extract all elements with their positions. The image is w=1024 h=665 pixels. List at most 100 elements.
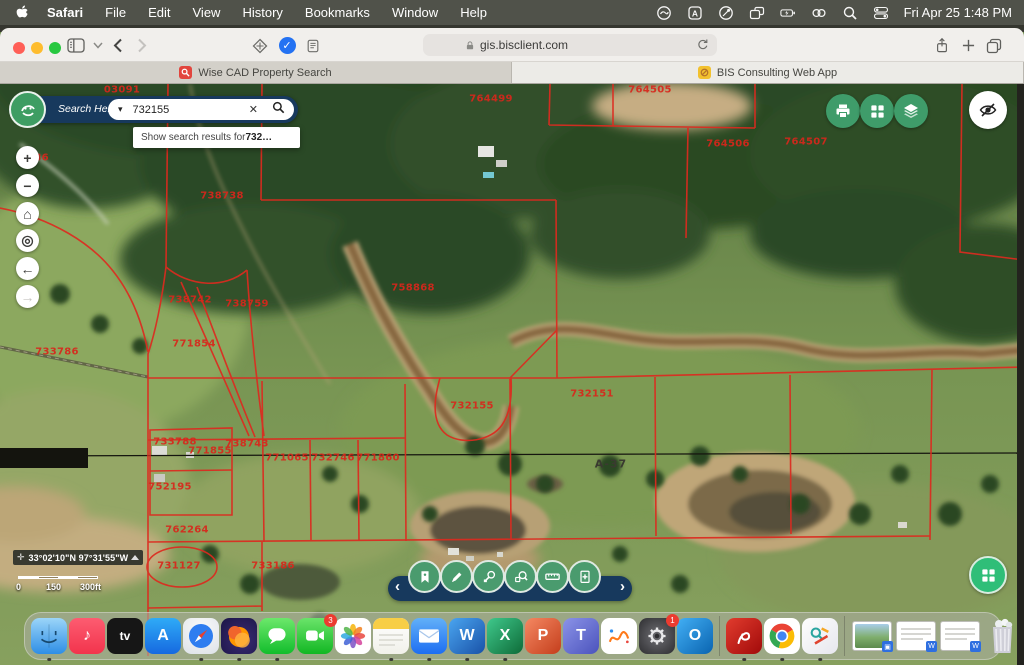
parcel-label: 738742	[168, 295, 212, 306]
basemap-button[interactable]	[969, 556, 1007, 594]
menu-bar: Safari File Edit View History Bookmarks Window…	[0, 0, 1024, 25]
notification-badge: 3	[324, 614, 337, 627]
tools-scroll-left-icon[interactable]: ‹	[395, 578, 400, 595]
dock-facetime[interactable]: 3	[297, 618, 333, 654]
bis-favicon	[698, 66, 711, 79]
grid-button[interactable]	[860, 94, 894, 128]
measure-button[interactable]	[536, 560, 569, 593]
basemap-grid-icon	[980, 567, 997, 584]
hide-ui-button[interactable]	[969, 91, 1007, 129]
map-canvas[interactable]: 0309118676449976450576450676450773873873…	[0, 84, 1024, 665]
apple-menu[interactable]	[16, 5, 29, 20]
menu-bookmarks[interactable]: Bookmarks	[305, 5, 370, 20]
menu-file[interactable]: File	[105, 5, 126, 20]
share-icon[interactable]	[932, 36, 952, 55]
dock-music[interactable]: ♪	[69, 618, 105, 654]
menu-safari[interactable]: Safari	[47, 5, 83, 20]
expand-coordinates-icon[interactable]	[131, 555, 139, 560]
sidebar-chevron-icon[interactable]	[88, 36, 108, 55]
dock-toolbox[interactable]	[802, 618, 838, 654]
dock-minimized-doc-window-2[interactable]: W	[940, 621, 980, 651]
menu-view[interactable]: View	[193, 5, 221, 20]
bookmarks-button[interactable]	[408, 560, 441, 593]
reader-icon[interactable]	[303, 36, 323, 55]
link-icon[interactable]	[811, 5, 827, 21]
back-button[interactable]	[108, 36, 128, 55]
search-suggestion[interactable]: Show search results for 732…	[133, 127, 300, 148]
tools-scroll-right-icon[interactable]: ›	[620, 578, 625, 595]
search-icon[interactable]	[272, 101, 285, 119]
dock-minimized-doc-window[interactable]: W	[896, 621, 936, 651]
dock-acrobat[interactable]	[726, 618, 762, 654]
address-bar[interactable]: gis.bisclient.com	[423, 34, 717, 56]
dock-word[interactable]: W	[449, 618, 485, 654]
tab-overview-icon[interactable]	[984, 36, 1004, 55]
dock-safari[interactable]	[183, 618, 219, 654]
new-tab-icon[interactable]	[958, 36, 978, 55]
zoom-out-button[interactable]: −	[16, 174, 39, 197]
apple-icon	[16, 5, 29, 20]
menu-help[interactable]: Help	[460, 5, 487, 20]
zoom-in-button[interactable]: +	[16, 146, 39, 169]
extension-icon[interactable]	[250, 36, 270, 55]
dock-trash[interactable]	[986, 617, 1019, 655]
dock-mail[interactable]	[411, 618, 447, 654]
dock-outlook[interactable]: O	[677, 618, 713, 654]
search-field[interactable]: ▾ ✕	[108, 99, 294, 120]
dock-app-store[interactable]: A	[145, 618, 181, 654]
scale-labels: 0150300ft	[14, 582, 114, 592]
menu-history[interactable]: History	[242, 5, 282, 20]
forward-extent-button[interactable]: →	[16, 285, 39, 308]
text-a-icon[interactable]: A	[687, 5, 703, 21]
traffic-light-minimize[interactable]	[31, 42, 43, 54]
forward-button[interactable]	[132, 36, 152, 55]
app-logo-icon[interactable]	[9, 91, 46, 128]
print-button[interactable]	[826, 94, 860, 128]
dock-messages[interactable]	[259, 618, 295, 654]
parcel-search-button[interactable]	[472, 560, 505, 593]
traffic-light-close[interactable]	[13, 42, 25, 54]
svg-text:A: A	[692, 8, 698, 18]
dock-minimized-photo-window[interactable]: ▣	[852, 621, 892, 651]
parcel-label: 764499	[469, 94, 513, 105]
menu-window[interactable]: Window	[392, 5, 438, 20]
locate-button[interactable]: ◎	[16, 229, 39, 252]
search-type-dropdown-icon[interactable]: ▾	[118, 104, 123, 115]
add-item-button[interactable]	[568, 560, 601, 593]
home-button[interactable]: ⌂	[16, 202, 39, 225]
reload-icon[interactable]	[696, 37, 709, 55]
dock-freeform[interactable]	[601, 618, 637, 654]
search-input[interactable]	[133, 104, 233, 116]
tab-bis-consulting-web-app[interactable]: BIS Consulting Web App	[512, 62, 1024, 83]
displays-icon[interactable]	[749, 5, 765, 21]
shortcuts-icon[interactable]	[718, 5, 734, 21]
battery-icon[interactable]	[780, 5, 796, 21]
clear-search-icon[interactable]: ✕	[249, 103, 258, 116]
sidebar-toggle-icon[interactable]	[66, 36, 86, 55]
menu-edit[interactable]: Edit	[148, 5, 170, 20]
dock-firefox[interactable]	[221, 618, 257, 654]
search-bar: Search Here: ▾ ✕	[12, 96, 298, 123]
dock-notes[interactable]	[373, 618, 409, 654]
spotlight-icon[interactable]	[842, 5, 858, 21]
dock-chrome[interactable]	[764, 618, 800, 654]
control-center-icon[interactable]	[873, 5, 889, 21]
dock-tv[interactable]: tv	[107, 618, 143, 654]
menu-bar-clock[interactable]: Fri Apr 25 1:48 PM	[904, 5, 1012, 20]
dock-system-settings[interactable]: 1	[639, 618, 675, 654]
dock-excel[interactable]: X	[487, 618, 523, 654]
creative-cloud-icon[interactable]	[656, 5, 672, 21]
dock-powerpoint[interactable]: P	[525, 618, 561, 654]
draw-button[interactable]	[440, 560, 473, 593]
map-search-button[interactable]	[504, 560, 537, 593]
tab-wise-cad-property-search[interactable]: Wise CAD Property Search	[0, 62, 512, 83]
extension-check-icon[interactable]: ✓	[277, 36, 297, 55]
dock-teams[interactable]: T	[563, 618, 599, 654]
layers-button[interactable]	[894, 94, 928, 128]
dock-photos[interactable]	[335, 618, 371, 654]
traffic-light-zoom[interactable]	[49, 42, 61, 54]
dock-finder[interactable]	[31, 618, 67, 654]
parcel-label: 764505	[628, 85, 672, 96]
running-indicator	[818, 658, 822, 662]
back-extent-button[interactable]: ←	[16, 257, 39, 280]
